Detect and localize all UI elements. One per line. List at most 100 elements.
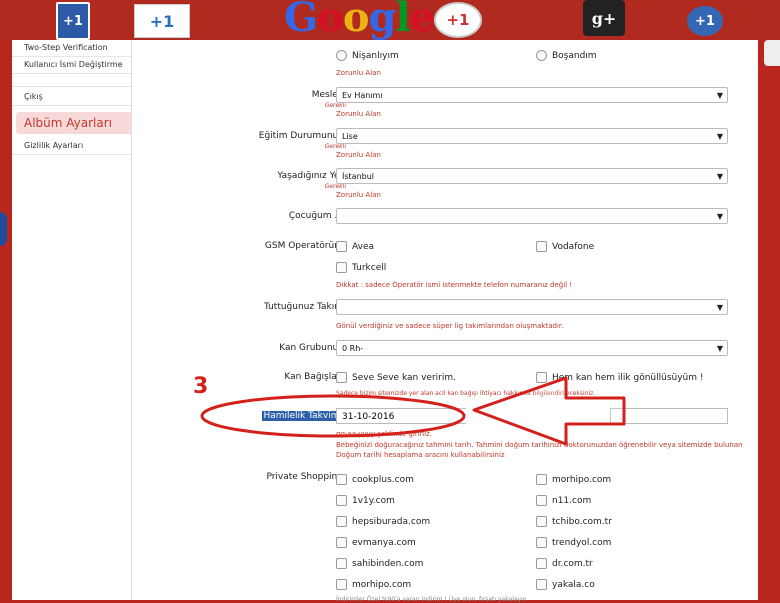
radio-label: Boşandım (552, 50, 597, 61)
sidebar-section-album-settings[interactable]: Albüm Ayarları (16, 112, 131, 134)
select-blood[interactable]: 0 Rh- ▼ (336, 340, 728, 356)
checkbox-shop-col1[interactable]: 1v1y.com (336, 495, 395, 506)
checkbox-icon (336, 558, 347, 569)
checkbox-icon (336, 241, 347, 252)
label-pregnancy: Hamilelik Takvimi: (262, 411, 346, 421)
logo-letter: l (395, 0, 411, 41)
checkbox-turkcell[interactable]: Turkcell (336, 262, 386, 273)
checkbox-shop-col2[interactable]: tchibo.com.tr (536, 516, 612, 527)
select-value: 0 Rh- (342, 344, 364, 353)
radio-divorced[interactable]: Boşandım (536, 50, 597, 61)
google-plus-one-icon: +1 (434, 2, 482, 38)
google-logo: Google (284, 0, 435, 41)
select-value: Lise (342, 132, 358, 141)
input-pregnancy-tail (610, 408, 728, 424)
error-job: Zorunlu Alan (336, 110, 381, 118)
checkbox-label: morhipo.com (552, 474, 612, 485)
logo-letter: G (284, 0, 318, 41)
checkbox-label: sahibinden.com (352, 558, 424, 569)
checkbox-icon (536, 474, 547, 485)
select-value: Ev Hanımı (342, 91, 383, 100)
input-value: 31-10-2016 (342, 412, 395, 422)
page-panel: Two-Step Verification Kullanıcı İsmi Değ… (12, 40, 758, 603)
checkbox-icon (536, 579, 547, 590)
checkbox-label: Vodafone (552, 241, 595, 252)
checkbox-shop-col1[interactable]: hepsiburada.com (336, 516, 430, 527)
checkbox-icon (336, 474, 347, 485)
checkbox-shop-col2[interactable]: trendyol.com (536, 537, 611, 548)
checkbox-icon (336, 495, 347, 506)
error-marital: Zorunlu Alan (336, 69, 381, 77)
checkbox-icon (536, 537, 547, 548)
checkbox-icon (536, 516, 547, 527)
checkbox-shop-col1[interactable]: sahibinden.com (336, 558, 423, 569)
checkbox-label: n11.com (552, 495, 592, 506)
checkbox-shop-col2[interactable]: n11.com (536, 495, 591, 506)
checkbox-icon (336, 372, 347, 383)
decorative-tab (764, 40, 780, 66)
radio-engaged[interactable]: Nişanlıyım (336, 50, 399, 61)
checkbox-label: evmanya.com (352, 537, 416, 548)
select-team[interactable]: ▼ (336, 299, 728, 315)
checkbox-label: yakala.co (552, 579, 595, 590)
form-area: Nişanlıyım Boşandım Zorunlu Alan Meslek:… (132, 40, 758, 603)
sidebar-link-two-step[interactable]: Two-Step Verification (12, 40, 131, 57)
google-plus-one-icon: +1 (687, 6, 723, 36)
checkbox-label: Hem kan hem ilik gönüllüsüyüm ! (552, 372, 704, 383)
dropdown-arrow-icon: ▼ (716, 303, 723, 312)
checkbox-label: trendyol.com (552, 537, 612, 548)
checkbox-shop-col1[interactable]: morhipo.com (336, 579, 411, 590)
note-gsm: Dikkat : sadece Operatör ismi istenmekte… (336, 281, 573, 289)
checkbox-icon (536, 372, 547, 383)
dropdown-arrow-icon: ▼ (716, 212, 723, 221)
logo-letter: o (317, 0, 344, 41)
checkbox-label: dr.com.tr (552, 558, 593, 569)
checkbox-shop-col2[interactable]: morhipo.com (536, 474, 611, 485)
checkbox-shop-col1[interactable]: evmanya.com (336, 537, 416, 548)
google-plus-icon: g+ (583, 0, 625, 36)
checkbox-label: hepsiburada.com (352, 516, 431, 527)
sidebar-link-privacy[interactable]: Gizlilik Ayarları (12, 138, 131, 155)
sidebar-link-logout[interactable]: Çıkış (12, 89, 131, 106)
error-city: Zorunlu Alan (336, 191, 381, 199)
sidebar: Two-Step Verification Kullanıcı İsmi Değ… (12, 40, 132, 600)
checkbox-label: 1v1y.com (352, 495, 395, 506)
radio-label: Nişanlıyım (352, 50, 399, 61)
checkbox-icon (336, 516, 347, 527)
google-plus-one-icon: +1 (56, 2, 90, 40)
note-donation: Sadece bizim sitemizde yer alan acil kan… (336, 390, 596, 397)
checkbox-icon (336, 262, 347, 273)
checkbox-bone-marrow[interactable]: Hem kan hem ilik gönüllüsüyüm ! (536, 372, 704, 383)
select-job[interactable]: Ev Hanımı ▼ (336, 87, 728, 103)
sidebar-link-change-username[interactable]: Kullanıcı İsmi Değiştirme (12, 57, 131, 74)
checkbox-vodafone[interactable]: Vodafone (536, 241, 594, 252)
checkbox-label: Avea (352, 241, 375, 252)
select-city[interactable]: İstanbul ▼ (336, 168, 728, 184)
select-children[interactable]: ▼ (336, 208, 728, 224)
logo-letter: g (368, 0, 397, 41)
checkbox-shop-col2[interactable]: dr.com.tr (536, 558, 593, 569)
checkbox-shop-col1[interactable]: cookplus.com (336, 474, 414, 485)
checkbox-icon (536, 558, 547, 569)
annotation-step-number: 3 (193, 374, 209, 399)
checkbox-label: Seve Seve kan veririm. (352, 372, 456, 383)
select-value: İstanbul (342, 172, 375, 181)
checkbox-icon (536, 495, 547, 506)
google-plus-one-icon: +1 (134, 4, 190, 38)
checkbox-label: morhipo.com (352, 579, 412, 590)
dropdown-arrow-icon: ▼ (716, 132, 723, 141)
label-team: Tuttuğunuz Takım: (263, 302, 346, 312)
dropdown-arrow-icon: ▼ (716, 172, 723, 181)
checkbox-donate-blood[interactable]: Seve Seve kan veririm. (336, 372, 456, 383)
note-pregnancy: Bebeğinizi doğuracağınız tahmini tarih. … (336, 441, 743, 459)
select-education[interactable]: Lise ▼ (336, 128, 728, 144)
checkbox-avea[interactable]: Avea (336, 241, 374, 252)
input-pregnancy-date[interactable]: 31-10-2016 (336, 408, 466, 424)
checkbox-icon (536, 241, 547, 252)
label-pregnancy-text: Hamilelik Takvimi: (262, 411, 346, 421)
logo-letter: o (342, 0, 370, 41)
dropdown-arrow-icon: ▼ (716, 91, 723, 100)
checkbox-shop-col2[interactable]: yakala.co (536, 579, 595, 590)
error-education: Zorunlu Alan (336, 151, 381, 159)
checkbox-label: cookplus.com (352, 474, 414, 485)
